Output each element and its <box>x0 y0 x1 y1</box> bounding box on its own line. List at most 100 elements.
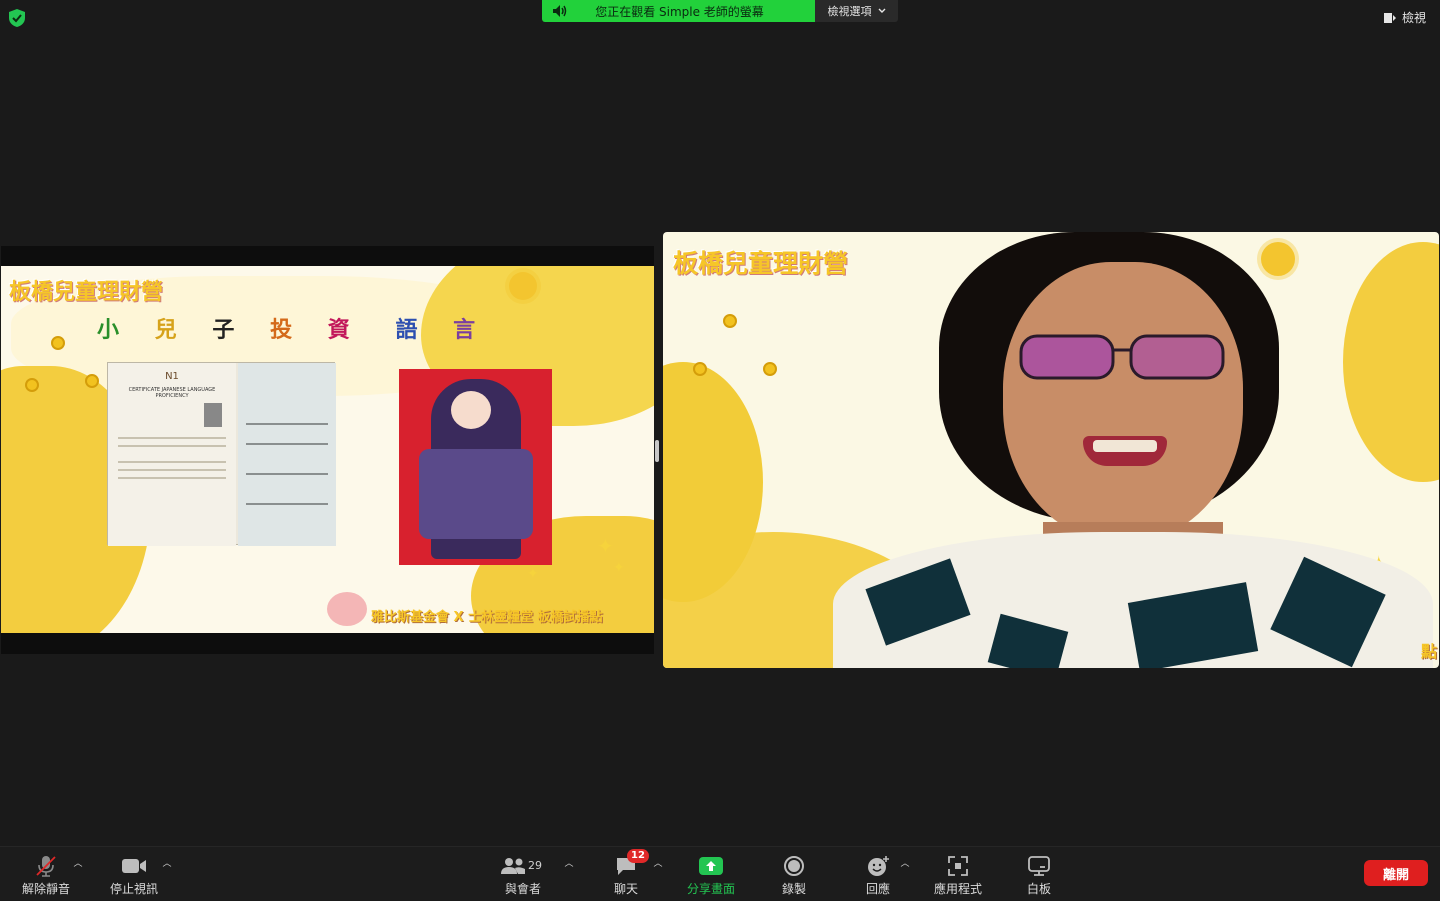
sparkle-icon: ✦ <box>597 534 614 558</box>
subtitle-char: 資 <box>327 318 364 343</box>
meeting-stage: 您正在觀看 Simple 老師的螢幕 檢視選項 檢視 ✦ ✦ ✦ 板橋兒童理財營 <box>0 0 1440 846</box>
resize-handle[interactable] <box>655 440 659 462</box>
subtitle-char: 言 <box>453 318 490 343</box>
subtitle-char: 兒 <box>154 318 191 343</box>
stop-video-label: 停止視訊 <box>109 882 158 896</box>
whiteboard-label: 白板 <box>1026 882 1051 896</box>
sparkle-icon: ✦ <box>613 560 625 576</box>
subtitle-char: 投 <box>270 318 307 343</box>
participants-count: 29 <box>528 859 542 872</box>
sun-icon <box>509 272 537 300</box>
anime-illustration <box>399 369 552 565</box>
chat-options-caret-icon[interactable]: ︿ <box>653 859 663 869</box>
subtitle-char: 子 <box>212 318 249 343</box>
video-background-footer: 點 <box>1420 642 1437 661</box>
microphone-muted-icon <box>36 856 56 877</box>
chevron-down-icon <box>878 8 885 13</box>
speaker-shirt <box>833 532 1433 668</box>
screen-share-banner: 您正在觀看 Simple 老師的螢幕 檢視選項 <box>542 0 898 22</box>
certificate-badge: N1 <box>165 371 179 382</box>
reactions-button[interactable]: 回應 <box>860 847 896 901</box>
chat-label: 聊天 <box>613 882 638 896</box>
subtitle-char: 語 <box>395 318 432 343</box>
certificate-line <box>246 503 328 505</box>
certificate-line <box>118 445 226 447</box>
shirt-pattern <box>987 613 1069 668</box>
apps-label: 應用程式 <box>933 882 982 896</box>
leave-meeting-button[interactable]: 離開 <box>1364 860 1428 886</box>
apps-icon <box>948 856 968 876</box>
chat-button[interactable]: 12 聊天 <box>606 847 649 901</box>
shirt-pattern <box>1270 556 1386 668</box>
coin-icon <box>693 362 707 376</box>
whiteboard-button[interactable]: 白板 <box>1024 847 1054 901</box>
glasses <box>1019 334 1225 380</box>
certificate-back <box>238 363 336 546</box>
coin-icon <box>25 378 39 392</box>
speaker-icon[interactable] <box>552 4 568 18</box>
certificate-photo <box>204 403 222 427</box>
video-options-caret-icon[interactable]: ︿ <box>162 859 172 869</box>
presentation-slide: ✦ ✦ ✦ 板橋兒童理財營 小 兒 子 投 資 語 言 N1 CERTIFICA… <box>1 266 654 633</box>
viewing-status: 您正在觀看 Simple 老師的螢幕 <box>542 0 815 22</box>
piggy-bank-icon <box>327 592 367 626</box>
illustration-kimono <box>419 449 533 539</box>
participants-button[interactable]: 29 與會者 <box>500 847 546 901</box>
participants-options-caret-icon[interactable]: ︿ <box>564 859 574 869</box>
certificate-line <box>246 443 328 445</box>
speaker-face <box>1003 262 1243 542</box>
background-yellow-shape <box>1343 242 1439 482</box>
apps-button[interactable]: 應用程式 <box>930 847 986 901</box>
shirt-pattern <box>865 558 971 646</box>
shirt-pattern <box>1127 582 1259 668</box>
share-screen-icon <box>699 857 723 875</box>
coin-icon <box>51 336 65 350</box>
chat-unread-badge: 12 <box>627 849 649 863</box>
share-screen-button[interactable]: 分享畫面 <box>684 847 738 901</box>
viewing-status-text: 您正在觀看 Simple 老師的螢幕 <box>595 4 764 19</box>
participants-label: 與會者 <box>504 882 541 896</box>
view-label: 檢視 <box>1401 11 1426 25</box>
video-background-title: 板橋兒童理財營 <box>673 249 849 278</box>
record-icon <box>784 856 804 876</box>
video-camera-icon <box>122 859 146 873</box>
certificate-line <box>246 423 328 425</box>
speaker-video[interactable]: ✦ 板橋兒童理財營 點 <box>663 232 1439 668</box>
certificate-line <box>246 473 328 475</box>
certificate-title: CERTIFICATE JAPANESE LANGUAGE PROFICIENC… <box>128 387 216 399</box>
coin-icon <box>723 314 737 328</box>
coin-icon <box>763 362 777 376</box>
participants-icon <box>501 858 525 874</box>
meeting-toolbar: 解除靜音 ︿ 停止視訊 ︿ 29 與會者 ︿ 12 聊天 ︿ 分享畫面 錄製 回… <box>0 846 1440 900</box>
sun-icon <box>1261 242 1295 276</box>
record-button[interactable]: 錄製 <box>776 847 812 901</box>
unmute-button[interactable]: 解除靜音 <box>18 847 74 901</box>
share-screen-label: 分享畫面 <box>686 882 735 896</box>
shared-screen[interactable]: ✦ ✦ ✦ 板橋兒童理財營 小 兒 子 投 資 語 言 N1 CERTIFICA… <box>1 246 654 654</box>
record-label: 錄製 <box>781 882 806 896</box>
view-options-button[interactable]: 檢視選項 <box>815 0 898 22</box>
illustration-face <box>451 391 491 429</box>
certificate-line <box>118 461 226 463</box>
certificate-line <box>118 437 226 439</box>
certificate-line <box>118 469 226 471</box>
slide-title: 板橋兒童理財營 <box>9 280 164 305</box>
view-icon <box>1383 12 1396 23</box>
whiteboard-icon <box>1028 856 1050 876</box>
stop-video-button[interactable]: 停止視訊 <box>106 847 162 901</box>
audio-options-caret-icon[interactable]: ︿ <box>73 859 83 869</box>
certificate-image: N1 CERTIFICATE JAPANESE LANGUAGE PROFICI… <box>107 362 336 546</box>
sparkle-icon: ✦ <box>527 566 539 582</box>
coin-icon <box>85 374 99 388</box>
speaker-teeth <box>1093 440 1157 452</box>
reactions-label: 回應 <box>865 882 890 896</box>
reactions-options-caret-icon[interactable]: ︿ <box>900 859 910 869</box>
subtitle-char: 小 <box>97 318 134 343</box>
view-options-label: 檢視選項 <box>827 5 872 18</box>
certificate-line <box>118 477 226 479</box>
unmute-label: 解除靜音 <box>21 882 70 896</box>
reactions-smiley-icon <box>868 856 889 876</box>
view-button[interactable]: 檢視 <box>1383 9 1426 26</box>
security-shield-icon[interactable] <box>9 9 25 27</box>
slide-footer: 雅比斯基金會 X 士林靈糧堂 板橋試播點 <box>371 610 603 625</box>
